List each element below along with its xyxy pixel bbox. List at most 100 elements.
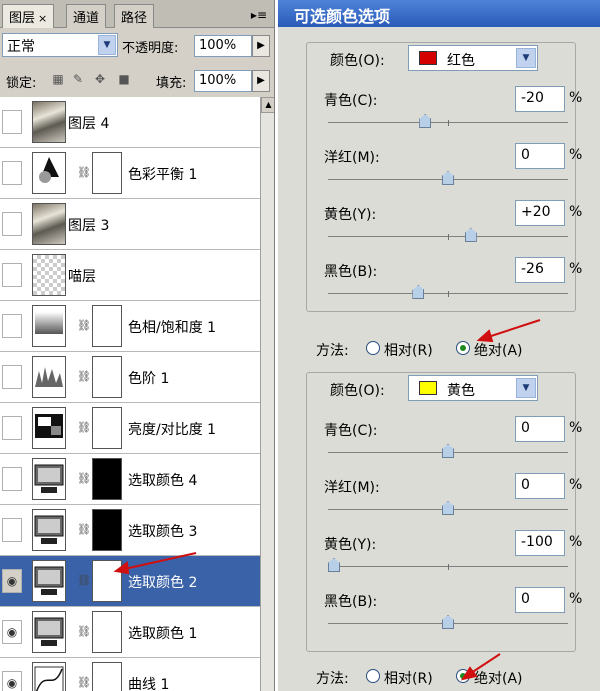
link-icon[interactable]: ⛓: [77, 625, 91, 638]
visibility-toggle[interactable]: [2, 263, 22, 287]
blend-mode-value: 正常: [7, 39, 35, 55]
layer-thumbnail: [32, 356, 66, 398]
eye-icon[interactable]: ◉: [2, 620, 22, 644]
scroll-up-icon[interactable]: ▲: [261, 97, 274, 113]
layer-thumbnail: [32, 560, 66, 602]
close-icon[interactable]: ×: [38, 12, 47, 25]
lock-transparent-icon[interactable]: ▦: [50, 71, 66, 87]
lower-slider-track[interactable]: [328, 615, 568, 629]
chevron-down-icon[interactable]: ▼: [98, 35, 116, 55]
layer-mask-thumbnail[interactable]: [92, 356, 122, 398]
layer-thumbnail: [32, 509, 66, 551]
upper-slider-track[interactable]: [328, 171, 568, 185]
layer-row[interactable]: ◉ ⛓ 曲线 1: [0, 658, 260, 691]
layer-thumbnail: [32, 305, 66, 347]
link-icon[interactable]: ⛓: [77, 370, 91, 383]
chevron-down-icon[interactable]: ▼: [516, 378, 536, 398]
upper-color-select[interactable]: 红色 ▼: [408, 45, 538, 71]
layer-row[interactable]: 喵层: [0, 250, 260, 301]
lower-slider-input[interactable]: 0: [515, 587, 565, 613]
layer-mask-thumbnail[interactable]: [92, 152, 122, 194]
visibility-toggle[interactable]: [2, 314, 22, 338]
link-icon[interactable]: ⛓: [77, 421, 91, 434]
link-icon[interactable]: ⛓: [77, 319, 91, 332]
visibility-toggle[interactable]: [2, 161, 22, 185]
lower-absolute-label[interactable]: 绝对(A): [474, 668, 523, 688]
layer-thumbnail: [32, 254, 66, 296]
lower-color-select[interactable]: 黄色 ▼: [408, 375, 538, 401]
layer-row[interactable]: 图层 4: [0, 97, 260, 148]
upper-slider-input[interactable]: -20: [515, 86, 565, 112]
tab-layers[interactable]: 图层 ×: [2, 4, 55, 28]
lower-percent-label: %: [569, 420, 583, 436]
layer-row[interactable]: ⛓ 亮度/对比度 1: [0, 403, 260, 454]
layer-mask-thumbnail[interactable]: [92, 662, 122, 691]
layers-scrollbar[interactable]: ▲: [260, 97, 274, 691]
lower-relative-label[interactable]: 相对(R): [384, 668, 433, 688]
layer-mask-thumbnail[interactable]: [92, 305, 122, 347]
upper-absolute-label[interactable]: 绝对(A): [474, 340, 523, 360]
lock-all-icon[interactable]: ■: [116, 71, 132, 87]
blend-mode-select[interactable]: 正常 ▼: [2, 33, 118, 57]
opacity-input[interactable]: 100%: [194, 35, 252, 57]
slider-center-tick: [448, 291, 449, 297]
visibility-toggle[interactable]: [2, 467, 22, 491]
layer-mask-thumbnail[interactable]: [92, 407, 122, 449]
tab-paths[interactable]: 路径: [114, 4, 155, 28]
link-icon[interactable]: ⛓: [77, 574, 91, 587]
upper-absolute-radio[interactable]: [456, 341, 470, 355]
visibility-toggle[interactable]: [2, 110, 22, 134]
link-icon[interactable]: ⛓: [77, 472, 91, 485]
eye-icon[interactable]: ◉: [2, 671, 22, 691]
lower-slider-label: 黄色(Y):: [324, 537, 377, 553]
upper-slider-input[interactable]: 0: [515, 143, 565, 169]
upper-slider-input[interactable]: -26: [515, 257, 565, 283]
eye-icon[interactable]: ◉: [2, 569, 22, 593]
opacity-arrow-icon[interactable]: ▶: [252, 35, 270, 57]
upper-slider-track[interactable]: [328, 228, 568, 242]
chevron-down-icon[interactable]: ▼: [516, 48, 536, 68]
lower-relative-radio[interactable]: [366, 669, 380, 683]
tab-channels[interactable]: 通道: [66, 4, 107, 28]
layer-row[interactable]: ⛓ 选取颜色 4: [0, 454, 260, 505]
layer-row[interactable]: ◉ ⛓ 选取颜色 2: [0, 556, 260, 607]
fill-arrow-icon[interactable]: ▶: [252, 70, 270, 92]
upper-relative-radio[interactable]: [366, 341, 380, 355]
visibility-toggle[interactable]: [2, 518, 22, 542]
lower-slider-track[interactable]: [328, 501, 568, 515]
layer-mask-thumbnail[interactable]: [92, 611, 122, 653]
layer-row[interactable]: ⛓ 色相/饱和度 1: [0, 301, 260, 352]
lower-slider-track[interactable]: [328, 558, 568, 572]
layer-row[interactable]: ⛓ 色阶 1: [0, 352, 260, 403]
fill-input[interactable]: 100%: [194, 70, 252, 92]
lower-slider-input[interactable]: 0: [515, 473, 565, 499]
layer-mask-thumbnail[interactable]: [92, 509, 122, 551]
visibility-toggle[interactable]: [2, 365, 22, 389]
upper-slider-track[interactable]: [328, 285, 568, 299]
lower-slider-input[interactable]: -100: [515, 530, 565, 556]
lower-absolute-radio[interactable]: [456, 669, 470, 683]
layer-row[interactable]: 图层 3: [0, 199, 260, 250]
layer-mask-thumbnail[interactable]: [92, 560, 122, 602]
visibility-toggle[interactable]: [2, 212, 22, 236]
panel-menu-icon[interactable]: ▸≡: [251, 8, 267, 22]
layer-row[interactable]: ⛓ 色彩平衡 1: [0, 148, 260, 199]
lock-move-icon[interactable]: ✥: [92, 71, 108, 87]
lock-brush-icon[interactable]: ✎: [70, 71, 86, 87]
lower-slider-input[interactable]: 0: [515, 416, 565, 442]
layer-row[interactable]: ⛓ 选取颜色 3: [0, 505, 260, 556]
link-icon[interactable]: ⛓: [77, 676, 91, 689]
layer-row[interactable]: ◉ ⛓ 选取颜色 1: [0, 607, 260, 658]
upper-slider-input[interactable]: +20: [515, 200, 565, 226]
visibility-toggle[interactable]: [2, 416, 22, 440]
upper-relative-label[interactable]: 相对(R): [384, 340, 433, 360]
layer-list: 图层 4 ⛓ 色彩平衡 1 图层 3 喵层 ⛓ 色相/饱和度 1 ⛓ 色阶 1 ⛓ 亮度/对比度 1…: [0, 97, 260, 691]
upper-slider-value: 0: [521, 147, 530, 163]
lower-slider-label: 黑色(B):: [324, 594, 378, 610]
link-icon[interactable]: ⛓: [77, 523, 91, 536]
lower-slider-track[interactable]: [328, 444, 568, 458]
link-icon[interactable]: ⛓: [77, 166, 91, 179]
layer-mask-thumbnail[interactable]: [92, 458, 122, 500]
upper-slider-track[interactable]: [328, 114, 568, 128]
upper-slider-value: -20: [521, 90, 544, 106]
